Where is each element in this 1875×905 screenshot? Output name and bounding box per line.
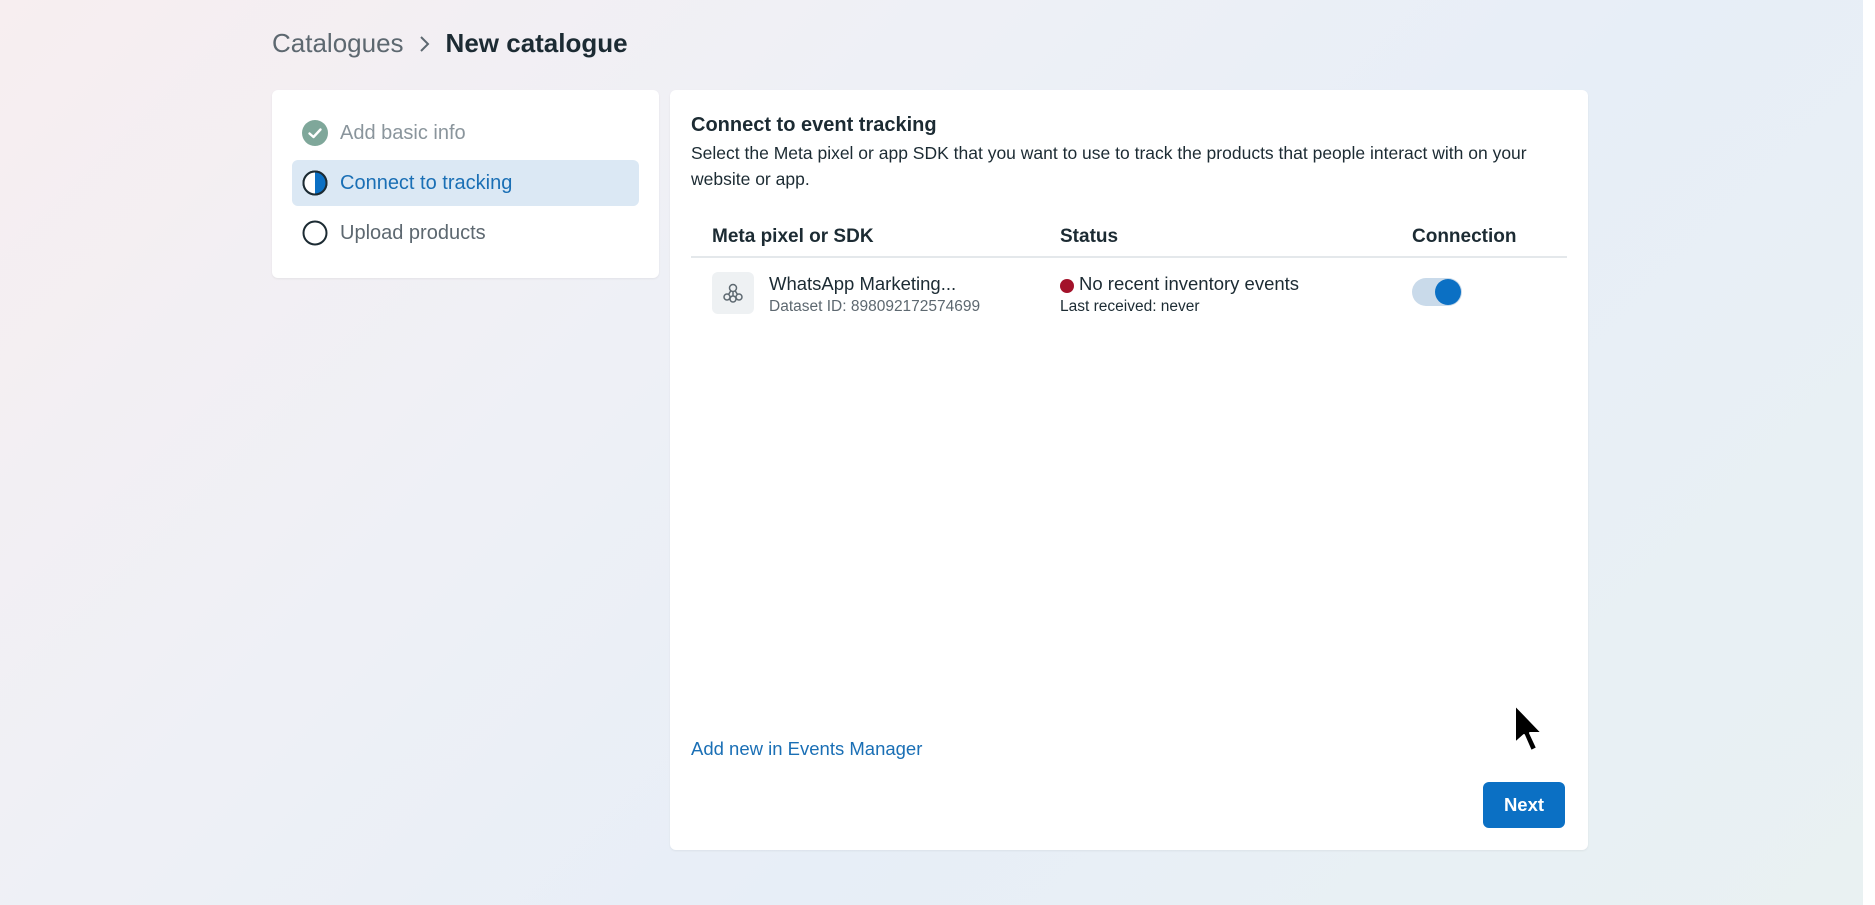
window-edge (1863, 0, 1875, 905)
status-dot-icon (1060, 279, 1074, 293)
dataset-name: WhatsApp Marketing... (769, 273, 957, 294)
empty-circle-icon (302, 220, 328, 246)
status-text: No recent inventory events (1079, 273, 1300, 294)
check-circle-icon (302, 120, 328, 146)
next-button[interactable]: Next (1483, 782, 1565, 828)
table-header: Meta pixel or SDK Status Connection (691, 218, 1567, 258)
connection-toggle[interactable] (1412, 278, 1462, 306)
step-add-basic-info[interactable]: Add basic info (292, 110, 639, 156)
step-upload-products[interactable]: Upload products (292, 210, 639, 256)
section-title: Connect to event tracking (691, 114, 937, 136)
page-title: New catalogue (445, 28, 628, 58)
mouse-cursor-icon (1512, 703, 1546, 757)
column-header-status: Status (1060, 226, 1119, 247)
breadcrumb: Catalogues New catalogue (272, 28, 628, 59)
step-label: Connect to tracking (340, 171, 513, 194)
column-header-pixel: Meta pixel or SDK (712, 226, 874, 247)
step-label: Add basic info (340, 121, 466, 144)
toggle-knob (1435, 279, 1461, 305)
step-label: Upload products (340, 221, 486, 244)
half-circle-icon (302, 170, 328, 196)
step-connect-to-tracking[interactable]: Connect to tracking (292, 160, 639, 206)
breadcrumb-catalogues-link[interactable]: Catalogues (272, 28, 404, 59)
table-row: WhatsApp Marketing... Dataset ID: 898092… (691, 268, 1567, 332)
steps-panel: Add basic info Connect to tracking Uploa… (272, 90, 659, 278)
connect-tracking-panel: Connect to event tracking Select the Met… (670, 90, 1588, 850)
section-description: Select the Meta pixel or app SDK that yo… (691, 143, 1527, 189)
last-received-text: Last received: never (1060, 298, 1200, 315)
chevron-right-icon (418, 34, 432, 54)
column-header-connection: Connection (1412, 226, 1517, 247)
add-new-events-manager-link[interactable]: Add new in Events Manager (691, 738, 922, 760)
dataset-id: Dataset ID: 898092172574699 (769, 298, 981, 315)
dataset-icon (712, 272, 754, 314)
